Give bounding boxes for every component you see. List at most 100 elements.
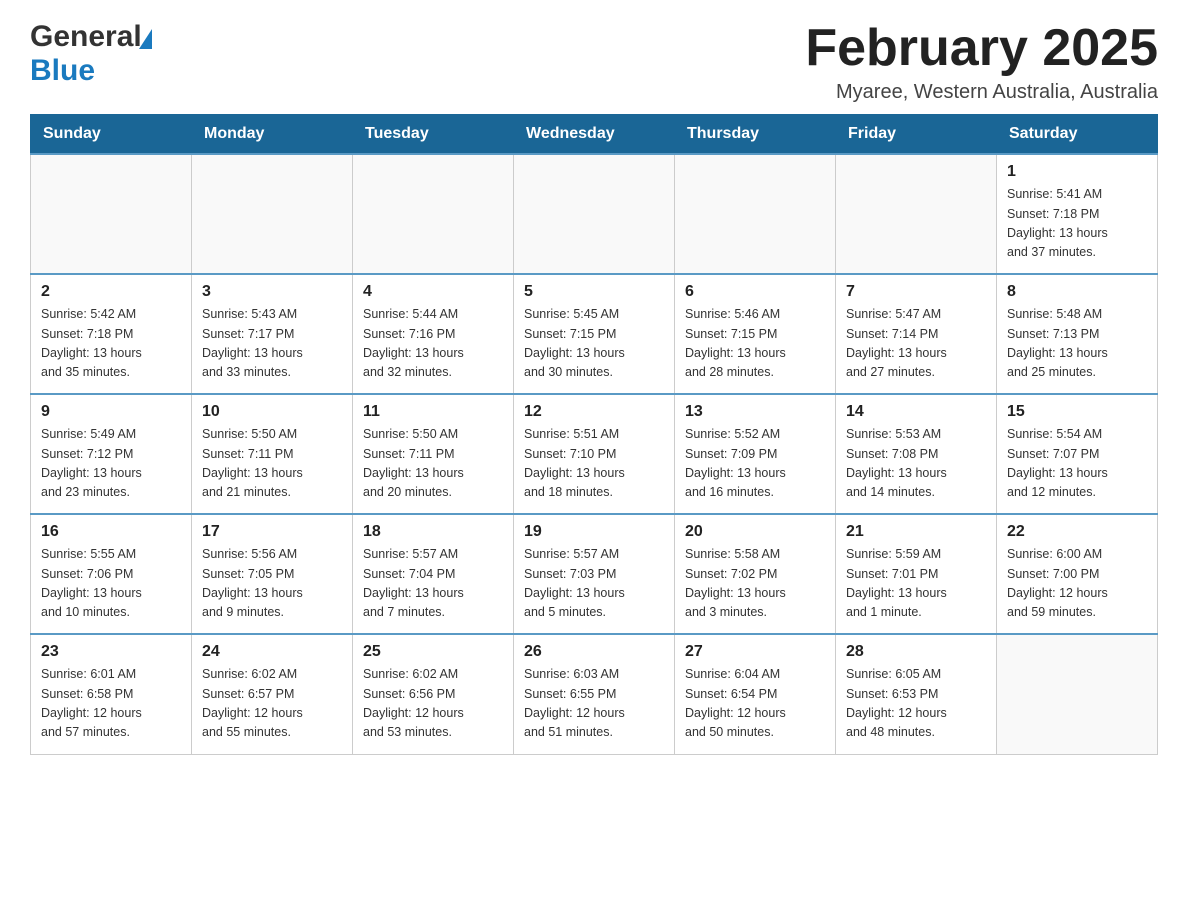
calendar-day-cell: 27 Sunrise: 6:04 AM Sunset: 6:54 PM Dayli… — [675, 634, 836, 754]
calendar-day-cell: 8Sunrise: 5:48 AM Sunset: 7:13 PM Daylig… — [997, 274, 1158, 394]
calendar-day-cell: 17 Sunrise: 5:56 AM Sunset: 7:05 PM Dayli… — [192, 514, 353, 634]
calendar-week-row: 16 Sunrise: 5:55 AM Sunset: 7:06 PM Dayli… — [31, 514, 1158, 634]
day-number: 21 — [846, 523, 986, 541]
day-info: Sunrise: 6:03 AM Sunset: 6:55 PM Dayligh… — [524, 665, 664, 743]
calendar-day-cell: 19Sunrise: 5:57 AM Sunset: 7:03 PM Dayli… — [514, 514, 675, 634]
day-info: Sunrise: 5:54 AM Sunset: 7:07 PM Dayligh… — [1007, 425, 1147, 503]
calendar-header-thursday: Thursday — [675, 115, 836, 155]
calendar-day-cell: 4Sunrise: 5:44 AM Sunset: 7:16 PM Daylig… — [353, 274, 514, 394]
day-number: 7 — [846, 283, 986, 301]
calendar-week-row: 9 Sunrise: 5:49 AM Sunset: 7:12 PM Daylig… — [31, 394, 1158, 514]
day-number: 19 — [524, 523, 664, 541]
day-number: 18 — [363, 523, 503, 541]
calendar-day-cell: 26 Sunrise: 6:03 AM Sunset: 6:55 PM Dayli… — [514, 634, 675, 754]
day-info: Sunrise: 6:02 AM Sunset: 6:57 PM Dayligh… — [202, 665, 342, 743]
day-number: 16 — [41, 523, 181, 541]
day-number: 27 — [685, 643, 825, 661]
day-number: 5 — [524, 283, 664, 301]
day-info: Sunrise: 6:01 AM Sunset: 6:58 PM Dayligh… — [41, 665, 181, 743]
day-number: 3 — [202, 283, 342, 301]
day-info: Sunrise: 6:02 AM Sunset: 6:56 PM Dayligh… — [363, 665, 503, 743]
day-info: Sunrise: 5:46 AM Sunset: 7:15 PM Dayligh… — [685, 305, 825, 383]
day-number: 10 — [202, 403, 342, 421]
calendar-day-cell: 5Sunrise: 5:45 AM Sunset: 7:15 PM Daylig… — [514, 274, 675, 394]
calendar-day-cell: 15 Sunrise: 5:54 AM Sunset: 7:07 PM Dayli… — [997, 394, 1158, 514]
day-number: 26 — [524, 643, 664, 661]
day-number: 1 — [1007, 163, 1147, 181]
calendar-day-cell: 11Sunrise: 5:50 AM Sunset: 7:11 PM Dayli… — [353, 394, 514, 514]
day-info: Sunrise: 5:49 AM Sunset: 7:12 PM Dayligh… — [41, 425, 181, 503]
day-number: 13 — [685, 403, 825, 421]
calendar-day-cell: 10 Sunrise: 5:50 AM Sunset: 7:11 PM Dayli… — [192, 394, 353, 514]
month-title: February 2025 — [805, 20, 1158, 77]
logo-blue-text: Blue — [30, 54, 95, 88]
calendar-day-cell — [31, 154, 192, 274]
day-info: Sunrise: 5:42 AM Sunset: 7:18 PM Dayligh… — [41, 305, 181, 383]
day-info: Sunrise: 5:56 AM Sunset: 7:05 PM Dayligh… — [202, 545, 342, 623]
day-number: 11 — [363, 403, 503, 421]
calendar-day-cell — [514, 154, 675, 274]
day-number: 22 — [1007, 523, 1147, 541]
calendar-day-cell: 12 Sunrise: 5:51 AM Sunset: 7:10 PM Dayli… — [514, 394, 675, 514]
calendar-day-cell: 20Sunrise: 5:58 AM Sunset: 7:02 PM Dayli… — [675, 514, 836, 634]
day-number: 12 — [524, 403, 664, 421]
calendar-day-cell: 24 Sunrise: 6:02 AM Sunset: 6:57 PM Dayli… — [192, 634, 353, 754]
calendar-day-cell: 3 Sunrise: 5:43 AM Sunset: 7:17 PM Daylig… — [192, 274, 353, 394]
calendar-day-cell — [192, 154, 353, 274]
page-header: General Blue February 2025 Myaree, Weste… — [30, 20, 1158, 104]
logo: General Blue — [30, 20, 152, 88]
calendar-day-cell — [836, 154, 997, 274]
day-number: 14 — [846, 403, 986, 421]
logo-general-text: General — [30, 20, 142, 54]
calendar-header-tuesday: Tuesday — [353, 115, 514, 155]
day-number: 9 — [41, 403, 181, 421]
day-number: 15 — [1007, 403, 1147, 421]
calendar-header-sunday: Sunday — [31, 115, 192, 155]
day-number: 6 — [685, 283, 825, 301]
day-info: Sunrise: 5:43 AM Sunset: 7:17 PM Dayligh… — [202, 305, 342, 383]
day-info: Sunrise: 6:04 AM Sunset: 6:54 PM Dayligh… — [685, 665, 825, 743]
day-number: 28 — [846, 643, 986, 661]
day-number: 25 — [363, 643, 503, 661]
logo-triangle-icon — [139, 29, 152, 49]
calendar-day-cell: 25 Sunrise: 6:02 AM Sunset: 6:56 PM Dayli… — [353, 634, 514, 754]
calendar-day-cell: 16 Sunrise: 5:55 AM Sunset: 7:06 PM Dayli… — [31, 514, 192, 634]
day-number: 2 — [41, 283, 181, 301]
calendar-header-friday: Friday — [836, 115, 997, 155]
day-number: 4 — [363, 283, 503, 301]
calendar-header-wednesday: Wednesday — [514, 115, 675, 155]
calendar-header-monday: Monday — [192, 115, 353, 155]
calendar-day-cell: 1 Sunrise: 5:41 AM Sunset: 7:18 PM Daylig… — [997, 154, 1158, 274]
day-info: Sunrise: 5:59 AM Sunset: 7:01 PM Dayligh… — [846, 545, 986, 623]
day-number: 17 — [202, 523, 342, 541]
calendar-day-cell: 23 Sunrise: 6:01 AM Sunset: 6:58 PM Dayli… — [31, 634, 192, 754]
day-number: 8 — [1007, 283, 1147, 301]
calendar-day-cell: 9 Sunrise: 5:49 AM Sunset: 7:12 PM Daylig… — [31, 394, 192, 514]
day-info: Sunrise: 5:55 AM Sunset: 7:06 PM Dayligh… — [41, 545, 181, 623]
calendar-day-cell: 2 Sunrise: 5:42 AM Sunset: 7:18 PM Daylig… — [31, 274, 192, 394]
calendar-day-cell: 21 Sunrise: 5:59 AM Sunset: 7:01 PM Dayli… — [836, 514, 997, 634]
calendar-day-cell: 22 Sunrise: 6:00 AM Sunset: 7:00 PM Dayli… — [997, 514, 1158, 634]
day-info: Sunrise: 5:53 AM Sunset: 7:08 PM Dayligh… — [846, 425, 986, 503]
calendar-day-cell — [675, 154, 836, 274]
day-info: Sunrise: 5:50 AM Sunset: 7:11 PM Dayligh… — [202, 425, 342, 503]
day-info: Sunrise: 5:57 AM Sunset: 7:04 PM Dayligh… — [363, 545, 503, 623]
calendar-header-saturday: Saturday — [997, 115, 1158, 155]
calendar-week-row: 2 Sunrise: 5:42 AM Sunset: 7:18 PM Daylig… — [31, 274, 1158, 394]
day-number: 24 — [202, 643, 342, 661]
calendar-day-cell: 7 Sunrise: 5:47 AM Sunset: 7:14 PM Daylig… — [836, 274, 997, 394]
day-info: Sunrise: 5:41 AM Sunset: 7:18 PM Dayligh… — [1007, 185, 1147, 263]
calendar-week-row: 1 Sunrise: 5:41 AM Sunset: 7:18 PM Daylig… — [31, 154, 1158, 274]
calendar-header-row: SundayMondayTuesdayWednesdayThursdayFrid… — [31, 115, 1158, 155]
day-info: Sunrise: 6:00 AM Sunset: 7:00 PM Dayligh… — [1007, 545, 1147, 623]
calendar-day-cell — [997, 634, 1158, 754]
location-title: Myaree, Western Australia, Australia — [805, 81, 1158, 104]
day-info: Sunrise: 6:05 AM Sunset: 6:53 PM Dayligh… — [846, 665, 986, 743]
calendar-day-cell: 18 Sunrise: 5:57 AM Sunset: 7:04 PM Dayli… — [353, 514, 514, 634]
calendar-day-cell: 6 Sunrise: 5:46 AM Sunset: 7:15 PM Daylig… — [675, 274, 836, 394]
day-info: Sunrise: 5:47 AM Sunset: 7:14 PM Dayligh… — [846, 305, 986, 383]
calendar-day-cell: 14 Sunrise: 5:53 AM Sunset: 7:08 PM Dayli… — [836, 394, 997, 514]
day-number: 23 — [41, 643, 181, 661]
day-info: Sunrise: 5:52 AM Sunset: 7:09 PM Dayligh… — [685, 425, 825, 503]
day-info: Sunrise: 5:51 AM Sunset: 7:10 PM Dayligh… — [524, 425, 664, 503]
